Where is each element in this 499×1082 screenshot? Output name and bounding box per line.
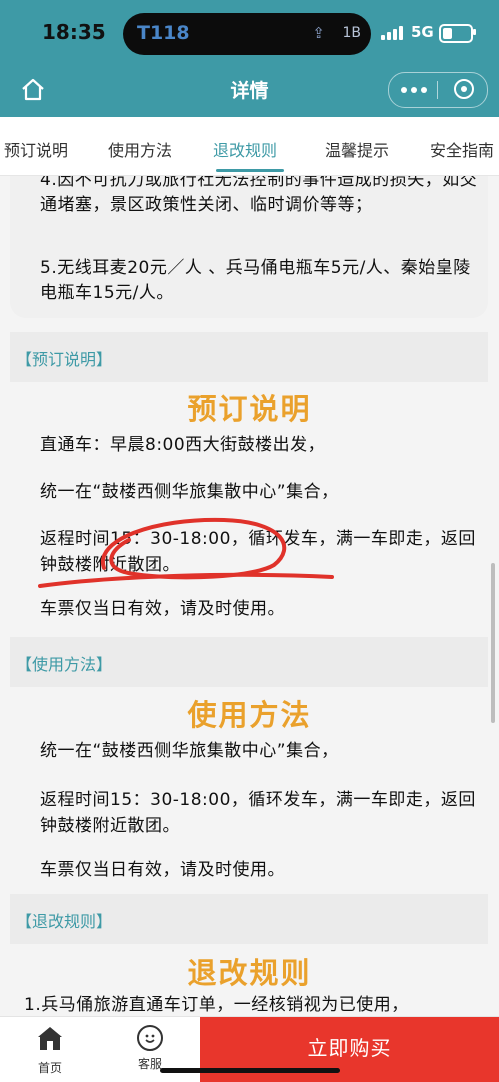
home-nav-icon <box>38 1027 62 1050</box>
tab-safety[interactable]: 安全指南 <box>430 137 494 161</box>
section-bracket-usage: 【使用方法】 <box>16 655 113 674</box>
home-indicator <box>160 1068 340 1073</box>
section-head-booking: 【预订说明】 <box>10 332 488 382</box>
refund-item-5: 5.无线耳麦20元／人 、兵马俑电瓶车5元/人、秦始皇陵电瓶车15元/人。 <box>40 258 471 303</box>
signal-icon <box>381 26 405 40</box>
section-title-refund: 退改规则 <box>187 956 312 990</box>
section-head-usage: 【使用方法】 <box>10 637 488 687</box>
island-label: T118 <box>137 22 190 44</box>
section-title-usage: 使用方法 <box>187 698 312 732</box>
more-icon[interactable] <box>401 84 427 96</box>
booking-line-4: 车票仅当日有效，请及时使用。 <box>40 599 285 619</box>
tab-bar: 预订说明 使用方法 退改规则 温馨提示 安全指南 <box>0 117 499 176</box>
detail-content[interactable]: 4.因不可抗力或旅行社无法控制的事件造成的损失，如交通堵塞，景区政策性关闭、临时… <box>0 176 499 1016</box>
capsule-divider <box>437 81 438 99</box>
tab-tips[interactable]: 温馨提示 <box>325 137 389 161</box>
refund-item-4: 4.因不可抗力或旅行社无法控制的事件造成的损失，如交通堵塞，景区政策性关闭、临时… <box>40 176 478 215</box>
island-extra: 1B <box>342 25 361 41</box>
close-miniprogram-icon[interactable] <box>454 79 474 99</box>
upload-icon: ⇪ <box>312 24 325 42</box>
booking-line-1: 直通车：早晨8:00西大街鼓楼出发， <box>40 435 326 455</box>
miniprogram-capsule <box>388 72 488 108</box>
section-title-booking: 预订说明 <box>187 392 312 426</box>
customer-service-icon <box>137 1025 163 1051</box>
booking-line-2: 统一在“鼓楼西侧华旅集散中心”集合， <box>40 482 339 502</box>
usage-line-2: 返程时间15：30-18:00，循环发车，满一车即走，返回钟鼓楼附近散团。 <box>40 790 476 836</box>
usage-line-3: 车票仅当日有效，请及时使用。 <box>40 860 285 880</box>
refund-line-1: 1.兵马俑旅游直通车订单，一经核销视为已使用， <box>24 995 409 1015</box>
usage-line-1: 统一在“鼓楼西侧华旅集散中心”集合， <box>40 741 339 761</box>
top-bar: 18:35 T118 ⇪ 1B 5G 详情 <box>0 0 499 117</box>
battery-icon <box>439 24 473 43</box>
section-bracket-booking: 【预订说明】 <box>16 350 113 369</box>
dynamic-island: T118 ⇪ 1B <box>123 13 371 55</box>
tab-usage[interactable]: 使用方法 <box>108 137 172 161</box>
nav-home-label: 首页 <box>37 1061 62 1075</box>
refund-items-card: 4.因不可抗力或旅行社无法控制的事件造成的损失，如交通堵塞，景区政策性关闭、临时… <box>10 176 488 318</box>
tab-refund[interactable]: 退改规则 <box>213 137 277 161</box>
status-bar: 18:35 T118 ⇪ 1B 5G <box>0 0 499 66</box>
network-type: 5G <box>411 23 434 41</box>
booking-line-3: 返程时间15：30-18:00，循环发车，满一车即走，返回钟鼓楼附近散团。 <box>40 529 476 575</box>
section-head-refund: 【退改规则】 <box>10 894 488 944</box>
battery-tip <box>473 29 476 35</box>
status-time: 18:35 <box>42 20 106 44</box>
nav-home[interactable]: 首页 <box>20 1025 80 1076</box>
active-tab-underline <box>216 169 284 172</box>
tab-booking[interactable]: 预订说明 <box>4 137 68 161</box>
section-bracket-refund: 【退改规则】 <box>16 912 113 931</box>
scrollbar[interactable] <box>491 563 495 723</box>
nav-service[interactable]: 客服 <box>120 1025 180 1072</box>
